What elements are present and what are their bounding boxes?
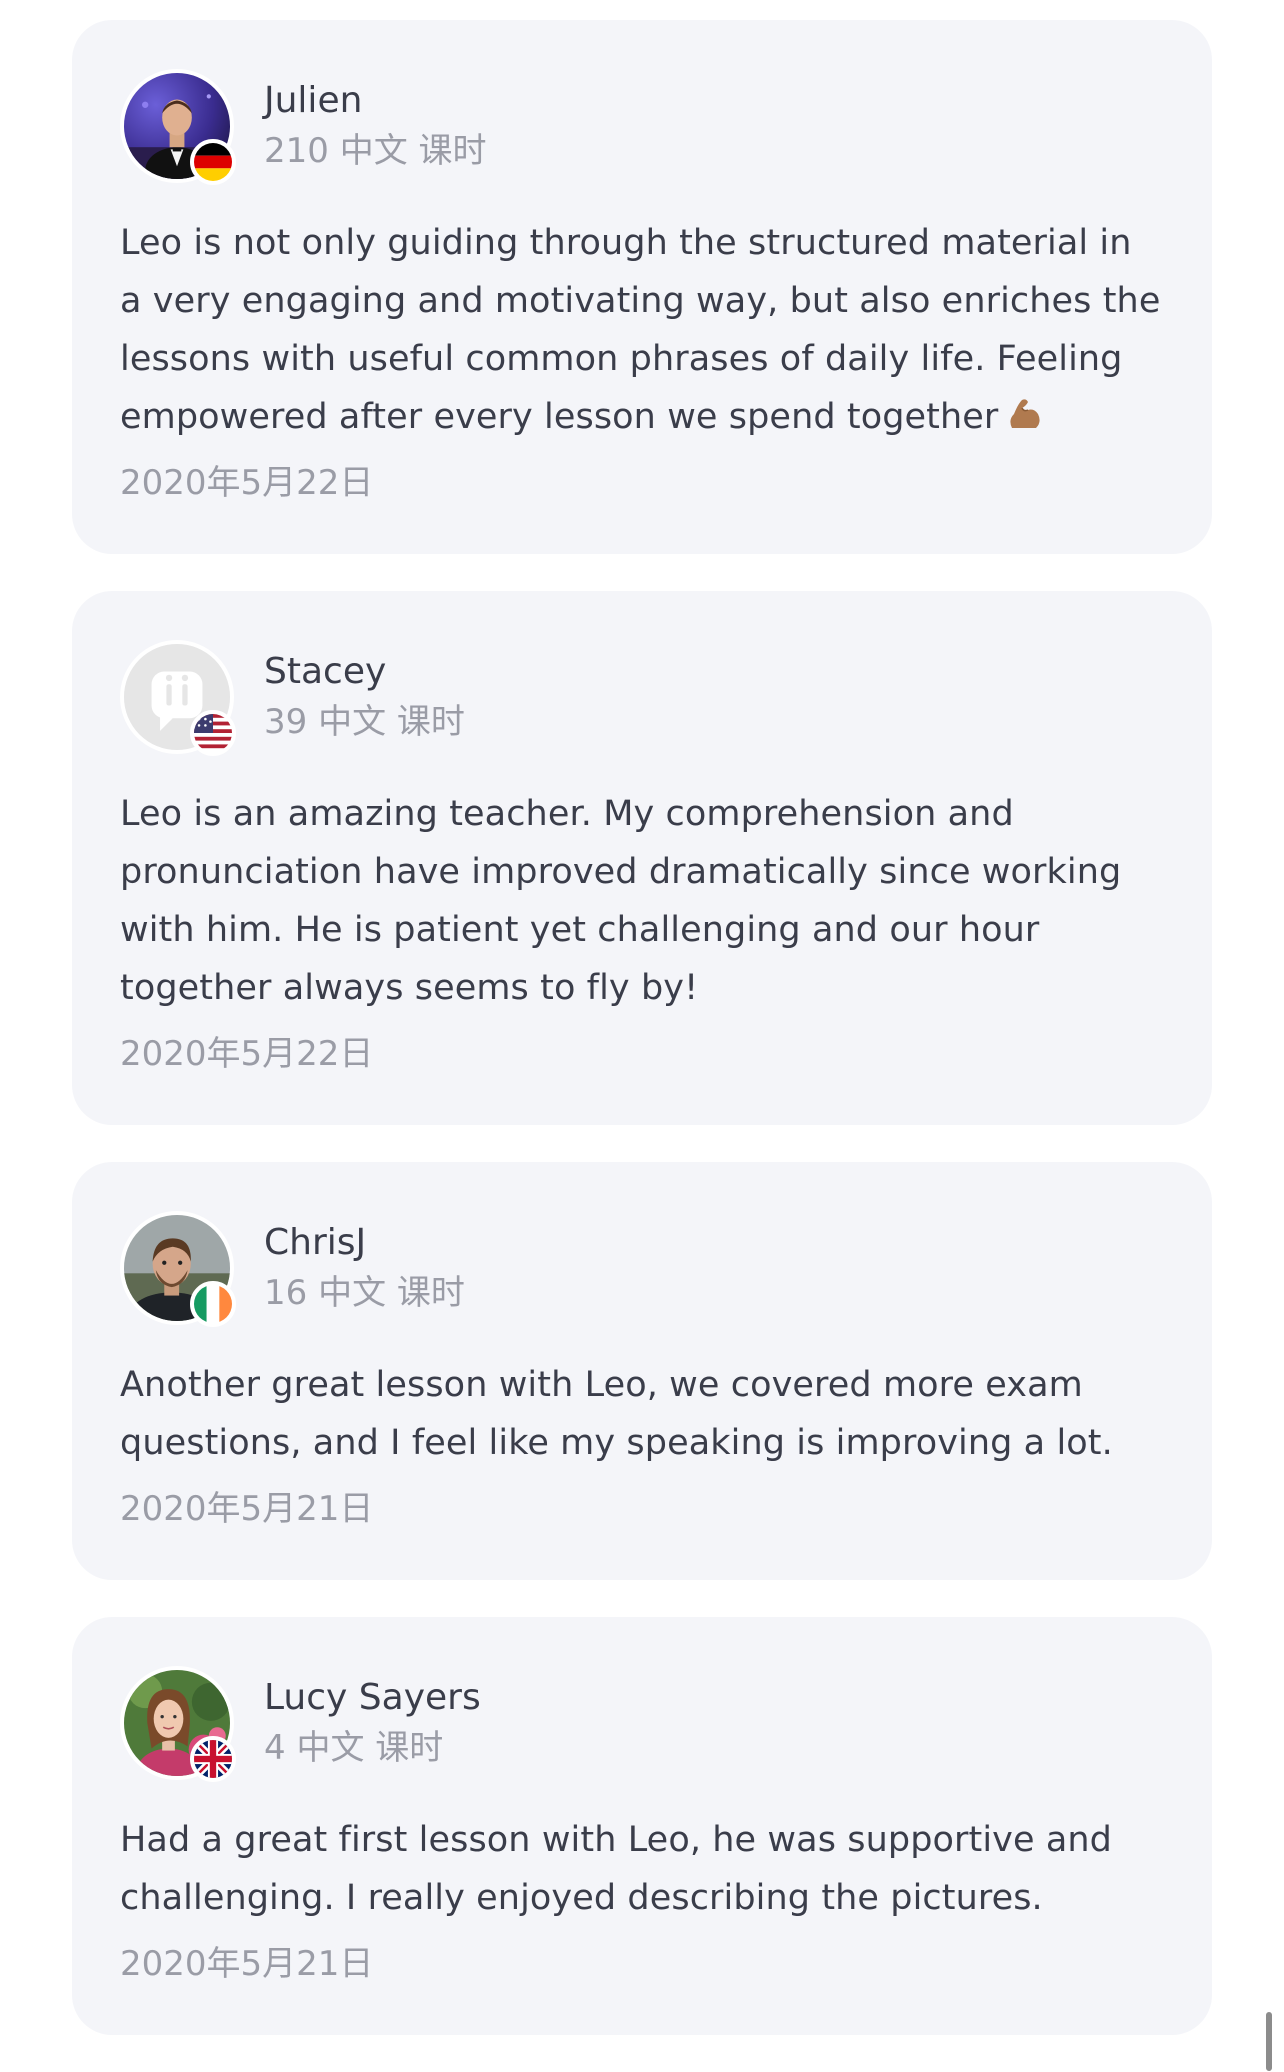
review-card: Lucy Sayers 4 中文 课时 Had a great first le…: [72, 1617, 1212, 2035]
ireland-flag-icon: [190, 1281, 236, 1327]
reviewer-header: Lucy Sayers 4 中文 课时: [120, 1663, 1162, 1783]
avatar-container[interactable]: [120, 69, 236, 185]
scrollbar-thumb[interactable]: [1266, 2012, 1272, 2071]
review-list: Julien 210 中文 课时 Leo is not only guiding…: [72, 20, 1212, 2072]
reviewer-info: ChrisJ 16 中文 课时: [264, 1218, 465, 1318]
avatar-container[interactable]: [120, 640, 236, 756]
reviewer-header: Julien 210 中文 课时: [120, 66, 1162, 186]
lesson-count: 210 中文 课时: [264, 131, 487, 171]
reviewer-header: Stacey 39 中文 课时: [120, 637, 1162, 757]
review-card: ChrisJ 16 中文 课时 Another great lesson wit…: [72, 1162, 1212, 1580]
reviewer-info: Stacey 39 中文 课时: [264, 647, 465, 747]
reviewer-info: Julien 210 中文 课时: [264, 76, 487, 176]
germany-flag-icon: [190, 139, 236, 185]
review-text: Another great lesson with Leo, we covere…: [120, 1365, 1113, 1463]
review-text: Had a great first lesson with Leo, he wa…: [120, 1820, 1112, 1918]
reviewer-info: Lucy Sayers 4 中文 课时: [264, 1673, 481, 1773]
usa-flag-icon: [190, 710, 236, 756]
flexed-biceps-icon: [1004, 394, 1044, 434]
review-date: 2020年5月21日: [120, 1944, 374, 1984]
reviewer-name[interactable]: Stacey: [264, 647, 465, 697]
reviewer-name[interactable]: Julien: [264, 76, 487, 126]
review-date: 2020年5月22日: [120, 463, 374, 503]
review-card: Julien 210 中文 课时 Leo is not only guiding…: [72, 20, 1212, 554]
review-text: Leo is an amazing teacher. My comprehens…: [120, 794, 1122, 1008]
reviewer-name[interactable]: Lucy Sayers: [264, 1673, 481, 1723]
uk-flag-icon: [190, 1736, 236, 1782]
review-date: 2020年5月22日: [120, 1034, 374, 1074]
lesson-count: 39 中文 课时: [264, 702, 465, 742]
lesson-count: 16 中文 课时: [264, 1273, 465, 1313]
review-card: Stacey 39 中文 课时 Leo is an amazing teache…: [72, 591, 1212, 1125]
avatar-container[interactable]: [120, 1666, 236, 1782]
reviewer-name[interactable]: ChrisJ: [264, 1218, 465, 1268]
reviewer-header: ChrisJ 16 中文 课时: [120, 1208, 1162, 1328]
review-date: 2020年5月21日: [120, 1489, 374, 1529]
lesson-count: 4 中文 课时: [264, 1728, 444, 1768]
review-text: Leo is not only guiding through the stru…: [120, 214, 1162, 446]
avatar-container[interactable]: [120, 1211, 236, 1327]
